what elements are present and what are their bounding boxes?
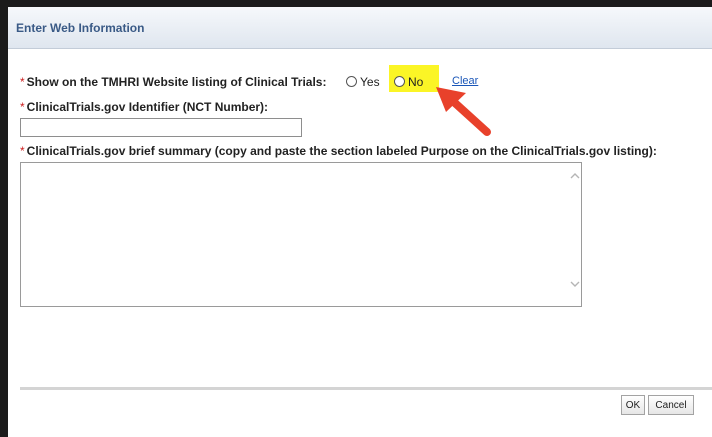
nct-number-label-text: ClinicalTrials.gov Identifier (NCT Numbe… [26,100,269,114]
brief-summary-label: * ClinicalTrials.gov brief summary (copy … [20,144,657,158]
scroll-down-icon[interactable] [568,277,582,291]
radio-yes[interactable]: Yes [346,75,380,89]
required-marker: * [20,100,25,114]
radio-no-circle-icon[interactable] [394,76,405,87]
radio-yes-label: Yes [360,75,380,89]
ok-button[interactable]: OK [621,395,645,415]
scroll-up-icon[interactable] [568,169,582,183]
dialog-title: Enter Web Information [16,21,145,35]
dialog-titlebar: Enter Web Information [8,7,712,49]
nct-number-label: * ClinicalTrials.gov Identifier (NCT Numb… [20,100,268,114]
required-marker: * [20,75,25,89]
radio-no[interactable]: No [394,75,423,89]
window-top-edge [8,0,712,7]
radio-no-label: No [408,75,424,89]
nct-number-input[interactable] [20,118,302,137]
clear-link[interactable]: Clear [452,75,478,87]
show-on-website-label-text: Show on the TMHRI Website listing of Cli… [26,75,327,89]
brief-summary-label-text: ClinicalTrials.gov brief summary (copy a… [26,144,657,158]
window-left-edge [0,0,8,437]
enter-web-information-dialog: Enter Web Information * Show on the TMHRI… [8,7,712,437]
required-marker: * [20,144,25,158]
radio-yes-circle-icon[interactable] [346,76,357,87]
cancel-button[interactable]: Cancel [648,395,694,415]
brief-summary-textarea[interactable] [20,162,582,307]
show-on-website-label: * Show on the TMHRI Website listing of Cl… [20,75,326,89]
footer-divider [20,387,712,390]
